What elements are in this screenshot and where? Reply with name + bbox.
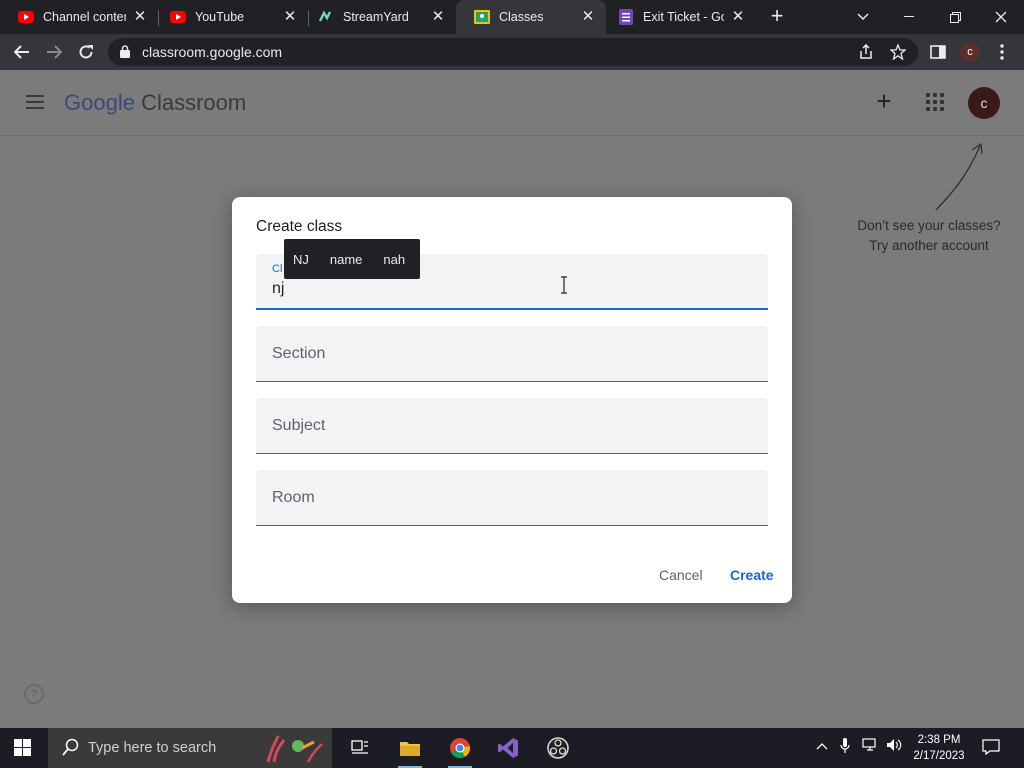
notifications-icon[interactable]: [982, 739, 1000, 758]
help-icon[interactable]: ?: [24, 684, 44, 704]
tab-classes[interactable]: Classes ✕: [456, 0, 606, 34]
tab-title: Channel content: [43, 10, 126, 24]
network-icon[interactable]: [862, 738, 880, 755]
close-tab-icon[interactable]: ✕: [730, 9, 746, 25]
brand-product: Classroom: [141, 90, 247, 115]
tab-channel-content[interactable]: Channel content ✕: [0, 0, 158, 34]
new-tab-button[interactable]: +: [765, 5, 789, 29]
forms-icon: [618, 9, 634, 25]
tab-youtube[interactable]: YouTube ✕: [152, 0, 308, 34]
switch-account-hint: Don’t see your classes? Try another acco…: [836, 216, 1022, 256]
main-menu-icon[interactable]: [26, 95, 46, 111]
clock-time: 2:38 PM: [917, 734, 961, 746]
minimize-window-button[interactable]: [886, 0, 932, 34]
back-arrow-icon[interactable]: [10, 40, 34, 64]
tab-title: Exit Ticket - Goo: [643, 10, 724, 24]
address-bar[interactable]: classroom.google.com: [108, 38, 918, 66]
tab-title: YouTube: [195, 10, 245, 24]
tab-title: Classes: [499, 10, 544, 24]
account-avatar[interactable]: c: [968, 87, 1000, 119]
clock-date: 2/17/2023: [913, 750, 965, 762]
microphone-icon[interactable]: [840, 738, 850, 757]
bookmark-star-icon[interactable]: [886, 40, 910, 64]
chrome-icon[interactable]: [444, 732, 476, 768]
suggestion-item[interactable]: NJ: [293, 252, 309, 267]
browser-menu-icon[interactable]: [990, 40, 1014, 64]
browser-toolbar: classroom.google.com c: [0, 34, 1024, 70]
url-text: classroom.google.com: [142, 44, 283, 60]
app-bar: Google Classroom + c: [0, 70, 1024, 136]
class-name-value: nj: [272, 280, 285, 297]
room-placeholder: Room: [272, 489, 315, 506]
text-cursor-icon: [561, 276, 567, 294]
search-icon: [62, 738, 80, 761]
reload-icon[interactable]: [74, 40, 98, 64]
dialog-title: Create class: [256, 218, 343, 235]
tab-streamyard[interactable]: StreamYard ✕: [300, 0, 456, 34]
class-name-label: Cl: [272, 263, 283, 275]
classroom-page: Google Classroom + c Don’t see your clas…: [0, 70, 1024, 728]
suggestion-item[interactable]: name: [330, 252, 363, 267]
restore-window-button[interactable]: [932, 0, 978, 34]
tab-exit-ticket[interactable]: Exit Ticket - Goo ✕: [600, 0, 756, 34]
google-apps-icon[interactable]: [926, 93, 946, 113]
obs-studio-icon[interactable]: [542, 732, 574, 764]
show-hidden-icons-chevron-icon[interactable]: [816, 738, 828, 753]
search-placeholder: Type here to search: [88, 740, 217, 756]
google-classroom-logo[interactable]: Google Classroom: [64, 90, 246, 116]
hint-line-1: Don’t see your classes?: [857, 218, 1001, 233]
youtube-icon: [170, 9, 186, 25]
close-tab-icon[interactable]: ✕: [132, 9, 148, 25]
share-icon[interactable]: [854, 40, 878, 64]
tab-title: StreamYard: [343, 10, 409, 24]
streamyard-icon: [318, 9, 334, 25]
hint-arrow-icon: [935, 142, 983, 211]
volume-icon[interactable]: [886, 738, 902, 755]
close-tab-icon[interactable]: ✕: [580, 9, 596, 25]
hint-line-2[interactable]: Try another account: [836, 236, 1022, 256]
browser-tab-strip: Channel content ✕ YouTube ✕ StreamYard ✕…: [0, 0, 1024, 34]
tab-search-chevron-icon[interactable]: [840, 0, 886, 34]
file-explorer-icon[interactable]: [394, 732, 426, 768]
autocomplete-suggestions: NJ name nah: [284, 239, 420, 279]
close-tab-icon[interactable]: ✕: [282, 9, 298, 25]
room-field[interactable]: Room: [256, 470, 768, 526]
visual-studio-icon[interactable]: [492, 732, 524, 764]
cancel-button[interactable]: Cancel: [659, 567, 703, 583]
subject-field[interactable]: Subject: [256, 398, 768, 454]
section-field[interactable]: Section: [256, 326, 768, 382]
close-window-button[interactable]: [978, 0, 1024, 34]
taskbar-clock[interactable]: 2:38 PM 2/17/2023: [908, 732, 970, 764]
create-button[interactable]: Create: [730, 567, 774, 583]
classroom-icon: [474, 9, 490, 25]
section-placeholder: Section: [272, 345, 326, 362]
suggestion-item[interactable]: nah: [383, 252, 405, 267]
lock-icon[interactable]: [120, 45, 130, 63]
youtube-icon: [18, 9, 34, 25]
side-panel-icon[interactable]: [926, 40, 950, 64]
task-view-icon[interactable]: [344, 732, 376, 764]
brand-google: Google: [64, 90, 135, 115]
taskbar-search-box[interactable]: Type here to search: [48, 728, 332, 768]
windows-taskbar: Type here to search 2:38 PM 2/17/2023: [0, 728, 1024, 768]
close-tab-icon[interactable]: ✕: [430, 9, 446, 25]
subject-placeholder: Subject: [272, 417, 326, 434]
forward-arrow-icon[interactable]: [42, 40, 66, 64]
create-or-join-class-button[interactable]: +: [872, 88, 896, 114]
browser-profile-avatar[interactable]: c: [960, 42, 980, 62]
search-highlight-illustration-icon: [266, 735, 323, 763]
windows-start-icon[interactable]: [14, 739, 32, 757]
